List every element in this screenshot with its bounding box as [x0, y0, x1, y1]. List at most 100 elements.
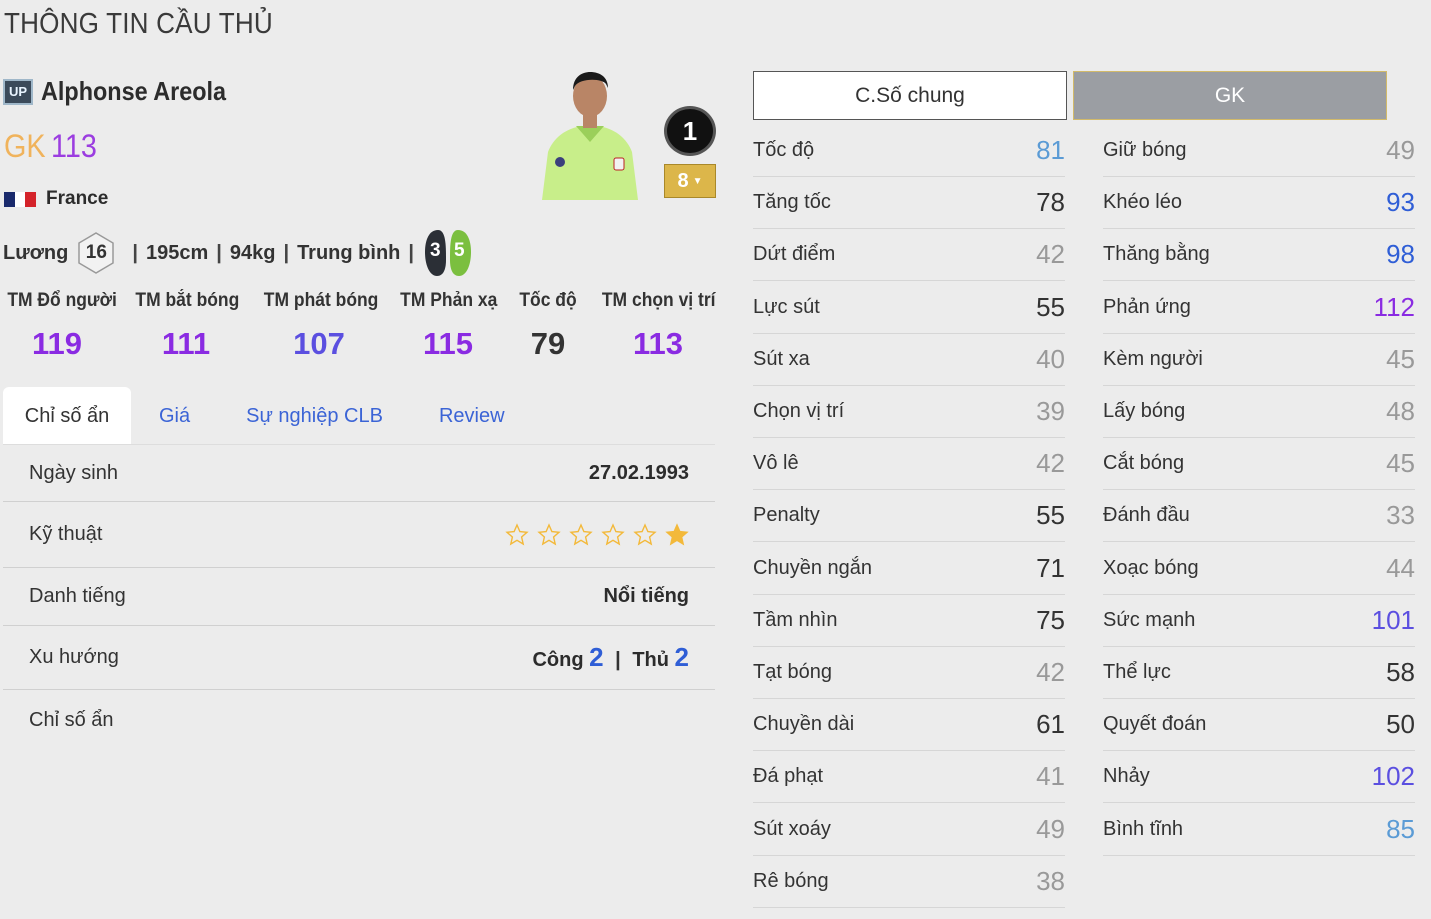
player-name-row: UP Alphonse Areola: [3, 76, 247, 107]
attribute-row: Tăng tốc 78: [753, 177, 1065, 230]
player-name: Alphonse Areola: [41, 76, 227, 106]
attribute-row: Thể lực 58: [1103, 647, 1415, 699]
attribute-value: 112: [1373, 291, 1415, 322]
attribute-name: Tạt bóng: [753, 661, 832, 683]
attribute-row: Giữ bóng 49: [1103, 125, 1415, 177]
gk-stats-button[interactable]: GK: [1073, 71, 1387, 120]
attribute-value: 58: [1386, 657, 1415, 687]
weight-value: 94kg: [229, 241, 276, 264]
height-value: 195cm: [145, 241, 209, 264]
rank-badge: 1: [664, 106, 716, 156]
attribute-value: 42: [1036, 657, 1065, 687]
right-foot-value: 5: [453, 240, 465, 261]
star-empty-icon: [537, 522, 561, 545]
attribute-row: Lấy bóng 48: [1103, 386, 1415, 438]
attribute-value: 39: [1036, 396, 1065, 426]
salary-value: 16: [85, 242, 107, 263]
tab-club-career[interactable]: Sự nghiệp CLB: [218, 387, 411, 445]
attribute-name: Tốc độ: [753, 139, 815, 161]
sub-stat: TM chọn vị trí 113: [597, 290, 719, 362]
left-foot-value: 3: [429, 240, 441, 261]
sub-stat-value: 79: [530, 326, 566, 361]
attribute-value: 102: [1371, 761, 1415, 792]
work-rate-value: Công 2 | Thủ 2: [532, 642, 689, 672]
upgrade-level-selector[interactable]: 8 ▼: [664, 164, 716, 198]
birthdate-row: Ngày sinh 27.02.1993: [3, 445, 715, 502]
attribute-row: Thăng bằng 98: [1103, 229, 1415, 282]
attribute-row: Tốc độ 81: [753, 125, 1065, 177]
attribute-value: 45: [1386, 343, 1415, 374]
attribute-value: 42: [1036, 239, 1065, 270]
attribute-name: Dứt điểm: [753, 243, 836, 266]
sub-stat-label: TM Phản xạ: [400, 290, 498, 311]
attribute-row: Xoạc bóng 44: [1103, 543, 1415, 595]
sub-stat-label: TM chọn vị trí: [601, 290, 716, 311]
attribute-row: Sút xa 40: [753, 334, 1065, 386]
tab-hidden-stats[interactable]: Chỉ số ẩn: [3, 387, 131, 445]
hidden-traits-row: Chỉ số ẩn: [3, 690, 715, 750]
star-empty-icon: [601, 522, 625, 545]
attribute-value: 44: [1386, 552, 1415, 583]
sub-stat-value: 107: [293, 326, 345, 361]
skill-moves-label: Kỹ thuật: [29, 523, 103, 545]
star-empty-icon: [505, 522, 529, 545]
attribute-row: Sức mạnh 101: [1103, 595, 1415, 647]
attribute-name: Xoạc bóng: [1103, 556, 1199, 579]
star-empty-icon: [569, 522, 593, 545]
salary-hexagon: 16: [76, 231, 116, 275]
detail-tabs: Chỉ số ẩn Giá Sự nghiệp CLB Review: [3, 387, 715, 445]
attribute-name: Chuyền ngắn: [753, 556, 872, 579]
attack-value: 2: [589, 642, 604, 672]
attribute-row: Khéo léo 93: [1103, 177, 1415, 230]
attribute-value: 42: [1036, 448, 1065, 479]
attribute-value: 85: [1386, 813, 1415, 844]
upgrade-level-value: 8: [677, 169, 689, 192]
attribute-row: Đá phạt 41: [753, 751, 1065, 804]
attribute-row: Quyết đoán 50: [1103, 699, 1415, 752]
sub-stat-value: 113: [632, 326, 683, 361]
attribute-row: Cắt bóng 45: [1103, 438, 1415, 491]
work-rate-label: Xu hướng: [29, 646, 119, 668]
player-photo: [540, 70, 640, 200]
general-stats-button[interactable]: C.Số chung: [753, 71, 1067, 120]
attribute-name: Penalty: [753, 504, 820, 527]
attribute-name: Sức mạnh: [1103, 608, 1196, 631]
salary-label: Lương: [3, 241, 69, 264]
sub-stat: TM phát bóng 107: [259, 290, 379, 362]
attribute-name: Bình tĩnh: [1103, 817, 1184, 840]
tab-price[interactable]: Giá: [131, 387, 218, 445]
attribute-row: Phản ứng 112: [1103, 282, 1415, 334]
attribute-value: 55: [1036, 291, 1065, 322]
defense-label: Thủ: [632, 649, 669, 671]
attribute-value: 61: [1036, 709, 1065, 740]
position-overall: GK 113: [4, 128, 97, 165]
sub-stat-label: TM bắt bóng: [135, 290, 240, 311]
attribute-name: Nhảy: [1103, 765, 1150, 788]
attack-label: Công: [532, 649, 584, 671]
season-badge: UP: [3, 78, 33, 105]
attribute-name: Đá phạt: [753, 765, 824, 788]
attribute-name: Lực sút: [753, 295, 820, 318]
sub-stat: TM Đổ người 119: [3, 290, 117, 362]
attribute-name: Quyết đoán: [1103, 713, 1207, 736]
attribute-name: Tăng tốc: [753, 191, 831, 214]
attribute-name: Giữ bóng: [1103, 139, 1187, 161]
attribute-name: Đánh đầu: [1103, 504, 1190, 527]
attribute-name: Sút xa: [753, 347, 810, 370]
sub-stat-value: 111: [161, 326, 211, 361]
attribute-row: Chuyền dài 61: [753, 699, 1065, 752]
sub-stat: Tốc độ 79: [516, 290, 580, 362]
hidden-traits-label: Chỉ số ẩn: [29, 708, 114, 731]
reputation-value: Nổi tiếng: [603, 585, 689, 607]
chevron-down-icon: ▼: [692, 175, 703, 187]
attribute-row: Kèm người 45: [1103, 334, 1415, 386]
france-flag-icon: [4, 191, 37, 207]
tab-review[interactable]: Review: [411, 387, 533, 445]
attribute-name: Phản ứng: [1103, 295, 1191, 318]
sub-stat-label: Tốc độ: [519, 290, 577, 311]
attribute-row: Rê bóng 38: [753, 856, 1065, 908]
sub-stat-value: 115: [422, 326, 473, 361]
attribute-name: Sút xoáy: [753, 817, 831, 840]
attribute-value: 49: [1386, 135, 1415, 165]
attribute-value: 98: [1386, 239, 1415, 270]
